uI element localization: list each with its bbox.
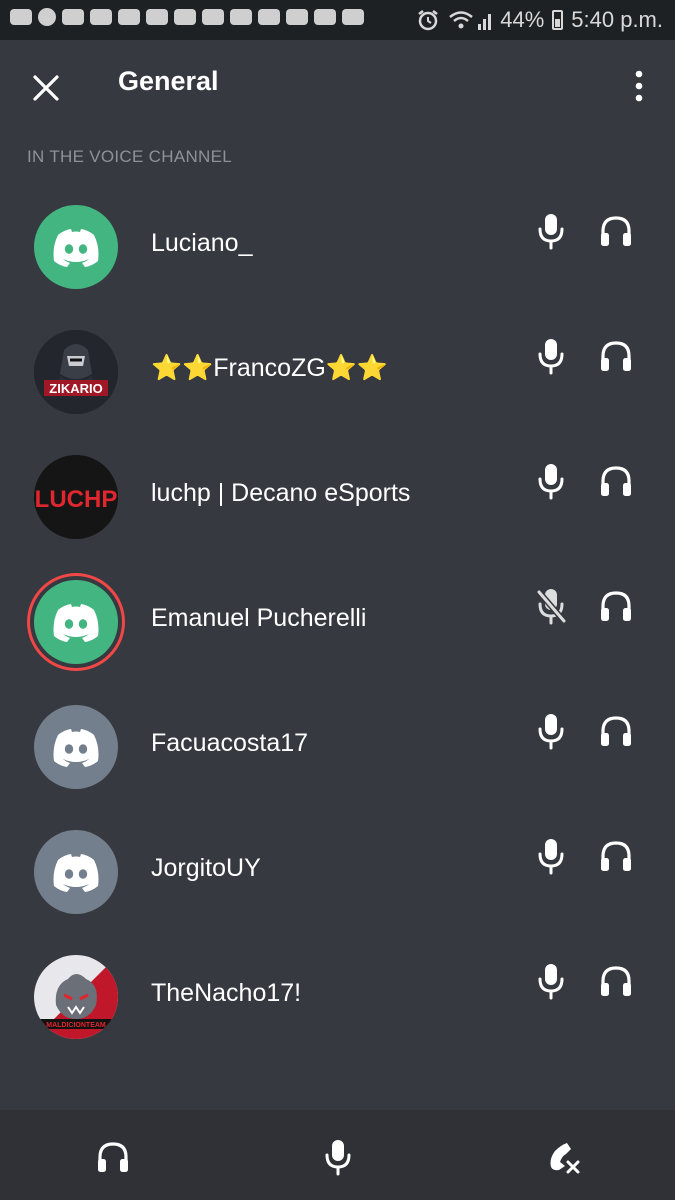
battery-percent: 44%: [500, 7, 545, 32]
voice-member[interactable]: JorgitoUY: [0, 826, 675, 950]
youtube-icon: [342, 9, 364, 25]
avatar: LUCHP: [30, 451, 122, 543]
more-options-button[interactable]: [622, 64, 656, 108]
message-icon: [10, 9, 32, 25]
avatar: [30, 576, 122, 668]
microphone-icon: [534, 961, 568, 1001]
discord-icon: [202, 9, 224, 25]
microphone-icon: [534, 461, 568, 501]
microphone-muted-icon: [534, 586, 568, 626]
header: General: [0, 40, 675, 132]
headphones-icon: [598, 338, 634, 374]
voice-member[interactable]: Luciano_: [0, 201, 675, 325]
svg-text:MALDICIONTEAM: MALDICIONTEAM: [46, 1022, 106, 1029]
notification-icons: [10, 8, 364, 26]
youtube-icon: [314, 9, 336, 25]
disconnect-call-icon: [550, 1143, 580, 1174]
discord-icon: [62, 9, 84, 25]
avatar: [30, 701, 122, 793]
voice-controls-bar: [0, 1110, 675, 1200]
youtube-icon: [258, 9, 280, 25]
voice-member[interactable]: MALDICIONTEAM TheNacho17!: [0, 951, 675, 1075]
alarm-icon: [418, 10, 438, 31]
member-name: Facuacosta17: [151, 729, 309, 757]
member-name: JorgitoUY: [151, 854, 261, 882]
app-icon: [38, 8, 56, 26]
clock: 5:40 p.m.: [571, 7, 663, 32]
headphones-icon: [598, 213, 634, 249]
avatar: [30, 201, 122, 293]
avatar: [30, 826, 122, 918]
luchp-logo-icon: LUCHP: [34, 455, 118, 539]
member-name: luchp | Decano eSports: [151, 479, 411, 507]
headphones-icon: [598, 838, 634, 874]
microphone-icon: [534, 211, 568, 251]
more-vertical-icon: [635, 70, 643, 102]
close-button[interactable]: [26, 62, 66, 110]
deafen-button[interactable]: [88, 1132, 138, 1182]
member-name: TheNacho17!: [151, 979, 302, 1007]
svg-text:LUCHP: LUCHP: [35, 486, 118, 513]
headphones-icon: [598, 713, 634, 749]
discord-logo-icon: [34, 705, 118, 789]
microphone-icon: [534, 711, 568, 751]
mute-button[interactable]: [313, 1132, 363, 1182]
member-name: Emanuel Pucherelli: [151, 604, 367, 632]
discord-logo-icon: [34, 830, 118, 914]
svg-text:ZIKARIO: ZIKARIO: [49, 381, 102, 396]
voice-member[interactable]: Facuacosta17: [0, 701, 675, 825]
discord-logo-icon: [34, 580, 118, 664]
discord-icon: [118, 9, 140, 25]
battery-icon: [552, 10, 564, 30]
headphones-icon: [95, 1139, 131, 1175]
headphones-icon: [598, 463, 634, 499]
voice-member[interactable]: LUCHP luchp | Decano eSports: [0, 451, 675, 575]
headphones-icon: [598, 963, 634, 999]
voice-member[interactable]: Emanuel Pucherelli: [0, 576, 675, 700]
speaking-ring: [34, 580, 118, 664]
status-bar: 44% 5:40 p.m.: [0, 0, 675, 40]
close-icon: [33, 75, 59, 101]
avatar: ZIKARIO: [30, 326, 122, 418]
voice-member[interactable]: ZIKARIO ⭐⭐FrancoZG⭐⭐: [0, 326, 675, 450]
maldicion-team-logo-icon: MALDICIONTEAM: [34, 955, 118, 1039]
microphone-icon: [534, 836, 568, 876]
discord-icon: [174, 9, 196, 25]
channel-title: General: [118, 66, 219, 96]
microphone-icon: [534, 336, 568, 376]
discord-icon: [90, 9, 112, 25]
section-label: IN THE VOICE CHANNEL: [27, 147, 233, 166]
avatar: MALDICIONTEAM: [30, 951, 122, 1043]
youtube-icon: [286, 9, 308, 25]
discord-icon: [146, 9, 168, 25]
headphones-icon: [598, 588, 634, 624]
discord-logo-icon: [34, 205, 118, 289]
youtube-icon: [230, 9, 252, 25]
member-name: ⭐⭐FrancoZG⭐⭐: [151, 354, 389, 382]
microphone-icon: [321, 1137, 355, 1177]
member-name: Luciano_: [151, 229, 253, 257]
disconnect-button[interactable]: [538, 1132, 588, 1182]
zikario-logo-icon: ZIKARIO: [34, 330, 118, 414]
wifi-signal-icon: [449, 11, 492, 30]
